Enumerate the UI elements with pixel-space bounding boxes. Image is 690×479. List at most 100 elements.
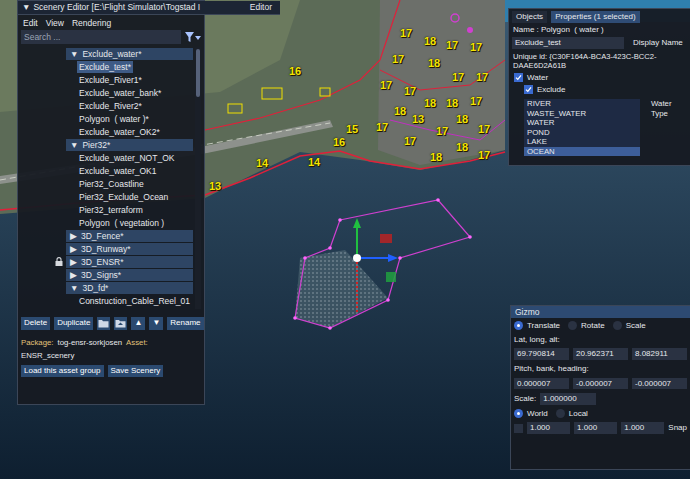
lock-slot[interactable] [21, 255, 66, 268]
snap-field[interactable]: 1.000 [574, 422, 617, 434]
lock-slot[interactable] [21, 112, 77, 125]
load-asset-group-button[interactable]: Load this asset group [21, 365, 104, 378]
action-button[interactable]: Duplicate [54, 317, 93, 330]
lock-slot[interactable] [21, 216, 77, 229]
scrollbar-thumb[interactable] [196, 49, 200, 97]
map-label[interactable]: 17 [380, 80, 392, 91]
group-header[interactable]: ▶3D_Signs* [66, 269, 193, 281]
map-label[interactable]: 18 [430, 152, 442, 163]
menu-item[interactable]: Edit [23, 18, 38, 28]
lock-slot[interactable] [21, 203, 77, 216]
tree-group-row[interactable]: ▼Pier32* [21, 138, 195, 151]
water-type-option[interactable]: WASTE_WATER [524, 109, 640, 119]
lock-slot[interactable] [21, 294, 77, 307]
expand-toggle[interactable]: ▶ [70, 231, 77, 241]
map-label[interactable]: 16 [333, 137, 345, 148]
lock-slot[interactable] [21, 268, 66, 281]
expand-toggle[interactable]: ▼ [70, 283, 78, 293]
map-label[interactable]: 17 [376, 122, 388, 133]
value-field[interactable]: 8.082911 [632, 348, 687, 360]
tree-group-row[interactable]: ▼3D_fd* [21, 281, 195, 294]
tree-group-row[interactable]: ▶3D_Signs* [21, 268, 195, 281]
map-label[interactable]: 17 [400, 28, 412, 39]
search-field[interactable] [21, 30, 181, 44]
value-field[interactable]: 0.000007 [514, 378, 569, 390]
value-field[interactable]: -0.000007 [632, 378, 687, 390]
value-field[interactable]: -0.000007 [573, 378, 628, 390]
radio[interactable] [568, 321, 577, 330]
group-header[interactable]: ▶3D_ENSR* [66, 256, 193, 268]
checkbox[interactable] [524, 85, 533, 94]
map-label[interactable]: 17 [404, 86, 416, 97]
item-highlight[interactable]: Exclude_water_OK2* [77, 126, 162, 138]
map-label[interactable]: 17 [452, 72, 464, 83]
item-highlight[interactable]: Exclude_River2* [77, 100, 144, 112]
radio[interactable] [556, 409, 565, 418]
map-label[interactable]: 16 [289, 66, 301, 77]
radio-option[interactable]: Scale [613, 321, 646, 331]
action-button[interactable]: ▼ [149, 317, 163, 330]
menu-item[interactable]: View [46, 18, 64, 28]
map-label[interactable]: 17 [404, 136, 416, 147]
action-button[interactable]: Rename [167, 317, 203, 330]
tree-item-row[interactable]: Exclude_water_OK2* [21, 125, 195, 138]
gizmo-window[interactable]: GizmoTranslateRotateScaleLat, long, alt:… [510, 305, 690, 470]
value-field[interactable]: 69.790814 [514, 348, 569, 360]
map-label[interactable]: 17 [446, 40, 458, 51]
tree-group-row[interactable]: ▶3D_Runway* [21, 242, 195, 255]
map-label[interactable]: 17 [478, 150, 490, 161]
map-label[interactable]: 18 [446, 98, 458, 109]
item-highlight[interactable]: Exclude_water_bank* [77, 87, 163, 99]
checkbox-row[interactable]: Exclude [512, 84, 687, 96]
item-highlight[interactable]: Polygon ( water )* [77, 113, 151, 125]
item-highlight[interactable]: Exclude_water_OK1 [77, 165, 159, 177]
properties-window[interactable]: ObjectsProperties (1 selected)Name : Pol… [508, 8, 690, 166]
radio[interactable] [613, 321, 622, 330]
value-field[interactable]: 20.962371 [573, 348, 628, 360]
item-highlight[interactable]: Pier32_terraform [77, 204, 145, 216]
tree-item-row[interactable]: Polygon ( vegetation ) [21, 216, 195, 229]
tab[interactable]: Objects [512, 11, 547, 23]
scrollbar[interactable] [195, 47, 201, 309]
item-highlight[interactable]: Pier32_Coastline [77, 178, 146, 190]
radio[interactable] [514, 409, 523, 418]
lock-slot[interactable] [21, 281, 66, 294]
snap-checkbox[interactable] [514, 424, 523, 433]
group-header[interactable]: ▼3D_fd* [66, 282, 193, 294]
lock-slot[interactable] [21, 190, 77, 203]
map-label[interactable]: 14 [256, 158, 268, 169]
lock-slot[interactable] [21, 177, 77, 190]
lock-slot[interactable] [21, 125, 77, 138]
window-title-bar[interactable]: ▼Scenery Editor [E:\Flight Simulator\Tog… [18, 1, 280, 15]
map-label[interactable]: 13 [209, 181, 221, 192]
scenery-editor-window[interactable]: ▼Scenery Editor [E:\Flight Simulator\Tog… [17, 0, 205, 405]
lock-slot[interactable] [21, 60, 77, 73]
tree-group-row[interactable]: ▶3D_Fence* [21, 229, 195, 242]
radio-option[interactable]: Rotate [568, 321, 605, 331]
transform-gizmo[interactable] [353, 218, 398, 312]
item-highlight[interactable]: Polygon ( vegetation ) [77, 217, 166, 229]
tree-item-row[interactable]: Pier32_Coastline [21, 177, 195, 190]
map-label[interactable]: 14 [308, 157, 320, 168]
new-folder-button[interactable] [97, 317, 110, 330]
tree-group-row[interactable]: ▼Exclude_water* [21, 47, 195, 60]
lock-slot[interactable] [21, 242, 66, 255]
item-highlight[interactable]: Exclude_test* [77, 61, 133, 73]
snap-field[interactable]: 1.000 [621, 422, 664, 434]
map-label[interactable]: 18 [424, 98, 436, 109]
map-label[interactable]: 13 [412, 114, 424, 125]
tree-item-row[interactable]: Exclude_River1* [21, 73, 195, 86]
scale-field[interactable]: 1.000000 [540, 393, 596, 405]
menu-item[interactable]: Rendering [72, 18, 111, 28]
tree-item-row[interactable]: Exclude_water_OK1 [21, 164, 195, 177]
action-button[interactable]: ▲ [131, 317, 145, 330]
radio-option[interactable]: Local [556, 409, 588, 419]
display-name-field[interactable]: Exclude_test [512, 37, 624, 49]
map-label[interactable]: 18 [456, 142, 468, 153]
map-label[interactable]: 17 [476, 72, 488, 83]
map-label[interactable]: 18 [424, 36, 436, 47]
checkbox[interactable] [514, 73, 523, 82]
water-type-option[interactable]: WATER [524, 118, 640, 128]
tree-item-row[interactable]: Pier32_Exclude_Ocean [21, 190, 195, 203]
water-type-list[interactable]: RIVERWASTE_WATERWATERPONDLAKEOCEAN [524, 99, 640, 156]
